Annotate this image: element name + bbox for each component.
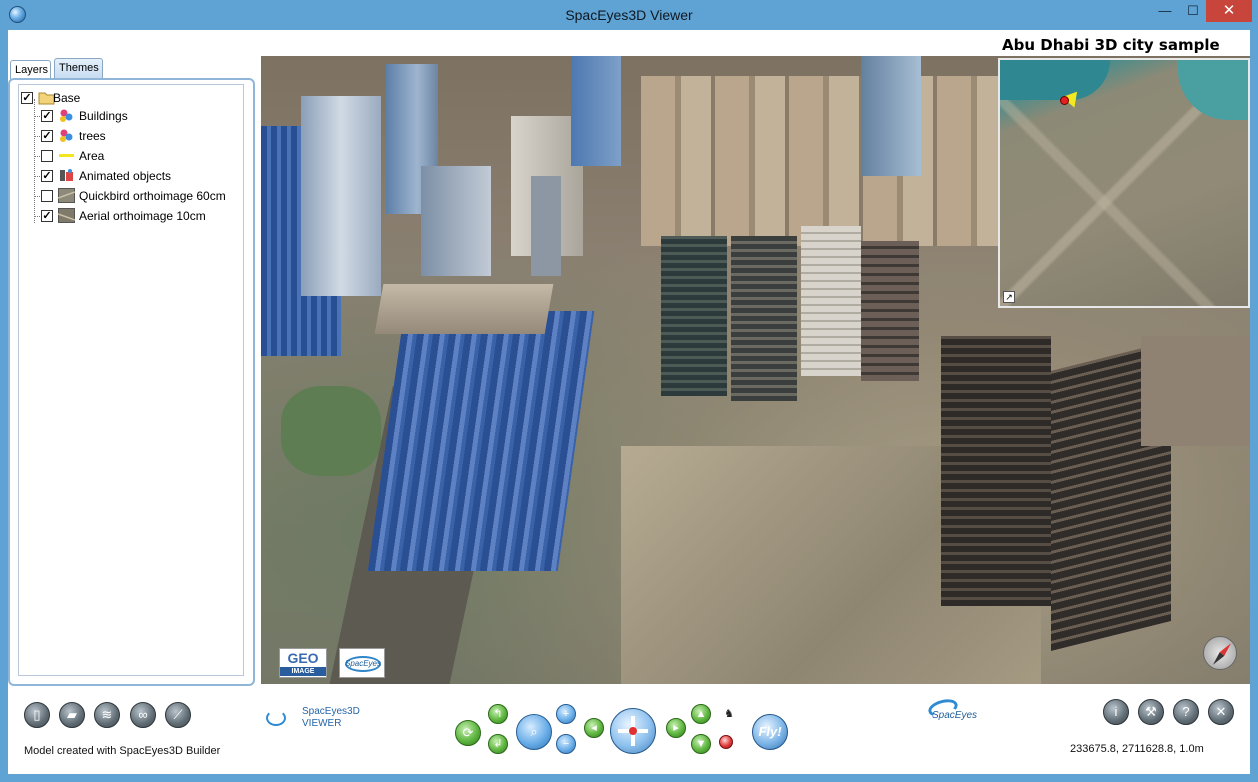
raster-image-icon bbox=[58, 208, 75, 223]
layer-label: Aerial orthoimage 10cm bbox=[79, 209, 206, 223]
layer-label: Animated objects bbox=[79, 169, 172, 183]
close-window-button[interactable]: ✕ bbox=[1206, 0, 1252, 22]
layer-checkbox-quickbird[interactable] bbox=[41, 190, 53, 202]
brand-logo-text: SpacEyes bbox=[932, 710, 978, 721]
spaceyes-brand-logo: SpacEyes bbox=[924, 696, 984, 724]
layer-checkbox-base[interactable]: ✓ bbox=[21, 92, 33, 104]
background-tower bbox=[531, 176, 561, 276]
tree-node-aerial[interactable]: ✓ Aerial orthoimage 10cm bbox=[41, 207, 241, 225]
tree-node-quickbird[interactable]: Quickbird orthoimage 60cm bbox=[41, 187, 241, 205]
zoom-in-button[interactable]: + bbox=[556, 704, 576, 724]
white-tower bbox=[801, 226, 861, 376]
rotate-right-button[interactable]: ▸ bbox=[666, 718, 686, 738]
tower-left bbox=[301, 96, 381, 296]
record-button[interactable] bbox=[719, 735, 733, 749]
compass-south-needle bbox=[1210, 652, 1225, 667]
tree-node-buildings[interactable]: ✓ Buildings bbox=[41, 107, 241, 125]
spaceyes3d-viewer-brand: SpacEyes3D VIEWER bbox=[266, 706, 376, 736]
layer-label: Area bbox=[79, 149, 105, 163]
minimap-water bbox=[1178, 60, 1248, 120]
background-tower bbox=[421, 166, 491, 276]
dark-tower bbox=[861, 241, 919, 381]
tab-themes[interactable]: Themes bbox=[54, 58, 103, 79]
title-bar[interactable]: SpacEyes3D Viewer — ☐ ✕ bbox=[0, 0, 1258, 30]
zoom-out-button[interactable]: − bbox=[556, 734, 576, 754]
position-marker bbox=[1060, 96, 1069, 105]
settings-wrench-button[interactable]: ⚒ bbox=[1138, 699, 1164, 725]
window-title: SpacEyes3D Viewer bbox=[565, 7, 693, 23]
measure-ruler-button[interactable]: ⟋ bbox=[165, 702, 191, 728]
tower-roof bbox=[374, 284, 554, 334]
minimize-button[interactable]: — bbox=[1152, 0, 1178, 22]
tree-connector bbox=[34, 99, 35, 223]
status-model-credit: Model created with SpacEyes3D Builder bbox=[24, 745, 221, 757]
animated-objects-icon bbox=[60, 169, 73, 181]
turn-left-up-button[interactable]: ↰ bbox=[488, 704, 508, 724]
layer-label: trees bbox=[79, 129, 106, 143]
exit-button[interactable]: ✕ bbox=[1208, 699, 1234, 725]
client-area: Layers Themes ✓ Base ✓ Buildings ✓ trees… bbox=[8, 30, 1250, 774]
dark-tower bbox=[661, 236, 727, 396]
compass-icon[interactable] bbox=[1203, 636, 1237, 670]
raster-image-icon bbox=[58, 188, 75, 203]
brand-text: SpacEyes3D VIEWER bbox=[302, 706, 360, 730]
move-up-button[interactable]: ▲ bbox=[691, 704, 711, 724]
layers-tree[interactable]: ✓ Base ✓ Buildings ✓ trees Area ✓ Animat… bbox=[18, 84, 244, 676]
park bbox=[281, 386, 381, 476]
layer-checkbox-aerial[interactable]: ✓ bbox=[41, 210, 53, 222]
tree-node-animated-objects[interactable]: ✓ Animated objects bbox=[41, 167, 241, 185]
buildings-layer-icon bbox=[60, 109, 73, 122]
expand-minimap-icon[interactable]: ↗ bbox=[1003, 291, 1015, 303]
minimap-water bbox=[1000, 60, 1110, 100]
binoculars-button[interactable]: ∞ bbox=[130, 702, 156, 728]
move-down-button[interactable]: ▼ bbox=[691, 734, 711, 754]
layers-panel: ✓ Base ✓ Buildings ✓ trees Area ✓ Animat… bbox=[8, 78, 255, 686]
rotate-left-button[interactable]: ◂ bbox=[584, 718, 604, 738]
turn-left-down-button[interactable]: ↲ bbox=[488, 734, 508, 754]
info-button[interactable]: i bbox=[1103, 699, 1129, 725]
logo-subtext: IMAGE bbox=[280, 667, 326, 676]
fly-button[interactable]: Fly! bbox=[752, 714, 788, 750]
brand-line1: SpacEyes3D bbox=[302, 706, 360, 717]
new-document-button[interactable]: ▯ bbox=[24, 702, 50, 728]
help-button[interactable]: ? bbox=[1173, 699, 1199, 725]
brand-line2: VIEWER bbox=[302, 718, 342, 729]
tower-roof bbox=[1141, 336, 1250, 446]
area-line-icon bbox=[59, 154, 74, 157]
layers-button[interactable]: ≋ bbox=[94, 702, 120, 728]
refresh-button[interactable]: ⟳ bbox=[455, 720, 481, 746]
tree-node-base[interactable]: ✓ Base bbox=[21, 89, 221, 107]
dark-tower bbox=[731, 236, 797, 401]
maximize-button[interactable]: ☐ bbox=[1180, 0, 1206, 22]
layer-label: Base bbox=[53, 91, 81, 105]
layer-checkbox-trees[interactable]: ✓ bbox=[41, 130, 53, 142]
dark-tower-right bbox=[941, 336, 1051, 606]
app-window: SpacEyes3D Viewer — ☐ ✕ Layers Themes ✓ … bbox=[0, 0, 1258, 782]
spaceyes-viewer-icon bbox=[266, 710, 286, 726]
layer-label: Quickbird orthoimage 60cm bbox=[79, 189, 226, 203]
open-folder-button[interactable]: ▰ bbox=[59, 702, 85, 728]
logo-text: SpacEyes bbox=[344, 659, 382, 668]
tree-node-area[interactable]: Area bbox=[41, 147, 241, 165]
zoom-button[interactable]: ⌕ bbox=[516, 714, 552, 750]
navpad-center-icon bbox=[629, 727, 637, 735]
walk-mode-icon[interactable]: ♞ bbox=[719, 704, 739, 724]
tree-node-trees[interactable]: ✓ trees bbox=[41, 127, 241, 145]
background-tower bbox=[861, 56, 921, 176]
spaceyes-logo[interactable]: SpacEyes bbox=[339, 648, 385, 678]
background-tower bbox=[571, 56, 621, 166]
central-blue-tower bbox=[367, 311, 595, 571]
layer-label: Buildings bbox=[79, 109, 128, 123]
layer-checkbox-buildings[interactable]: ✓ bbox=[41, 110, 53, 122]
layer-checkbox-area[interactable] bbox=[41, 150, 53, 162]
trees-layer-icon bbox=[60, 129, 73, 142]
navigation-pad[interactable] bbox=[610, 708, 656, 754]
overview-minimap[interactable]: ↗ bbox=[998, 58, 1250, 308]
status-coordinates: 233675.8, 2711628.8, 1.0m bbox=[1070, 743, 1204, 755]
geo-image-logo[interactable]: GEO IMAGE bbox=[279, 648, 327, 678]
logo-text: GEO bbox=[287, 650, 319, 666]
scene-title: Abu Dhabi 3D city sample bbox=[1000, 34, 1250, 56]
layer-checkbox-animated-objects[interactable]: ✓ bbox=[41, 170, 53, 182]
